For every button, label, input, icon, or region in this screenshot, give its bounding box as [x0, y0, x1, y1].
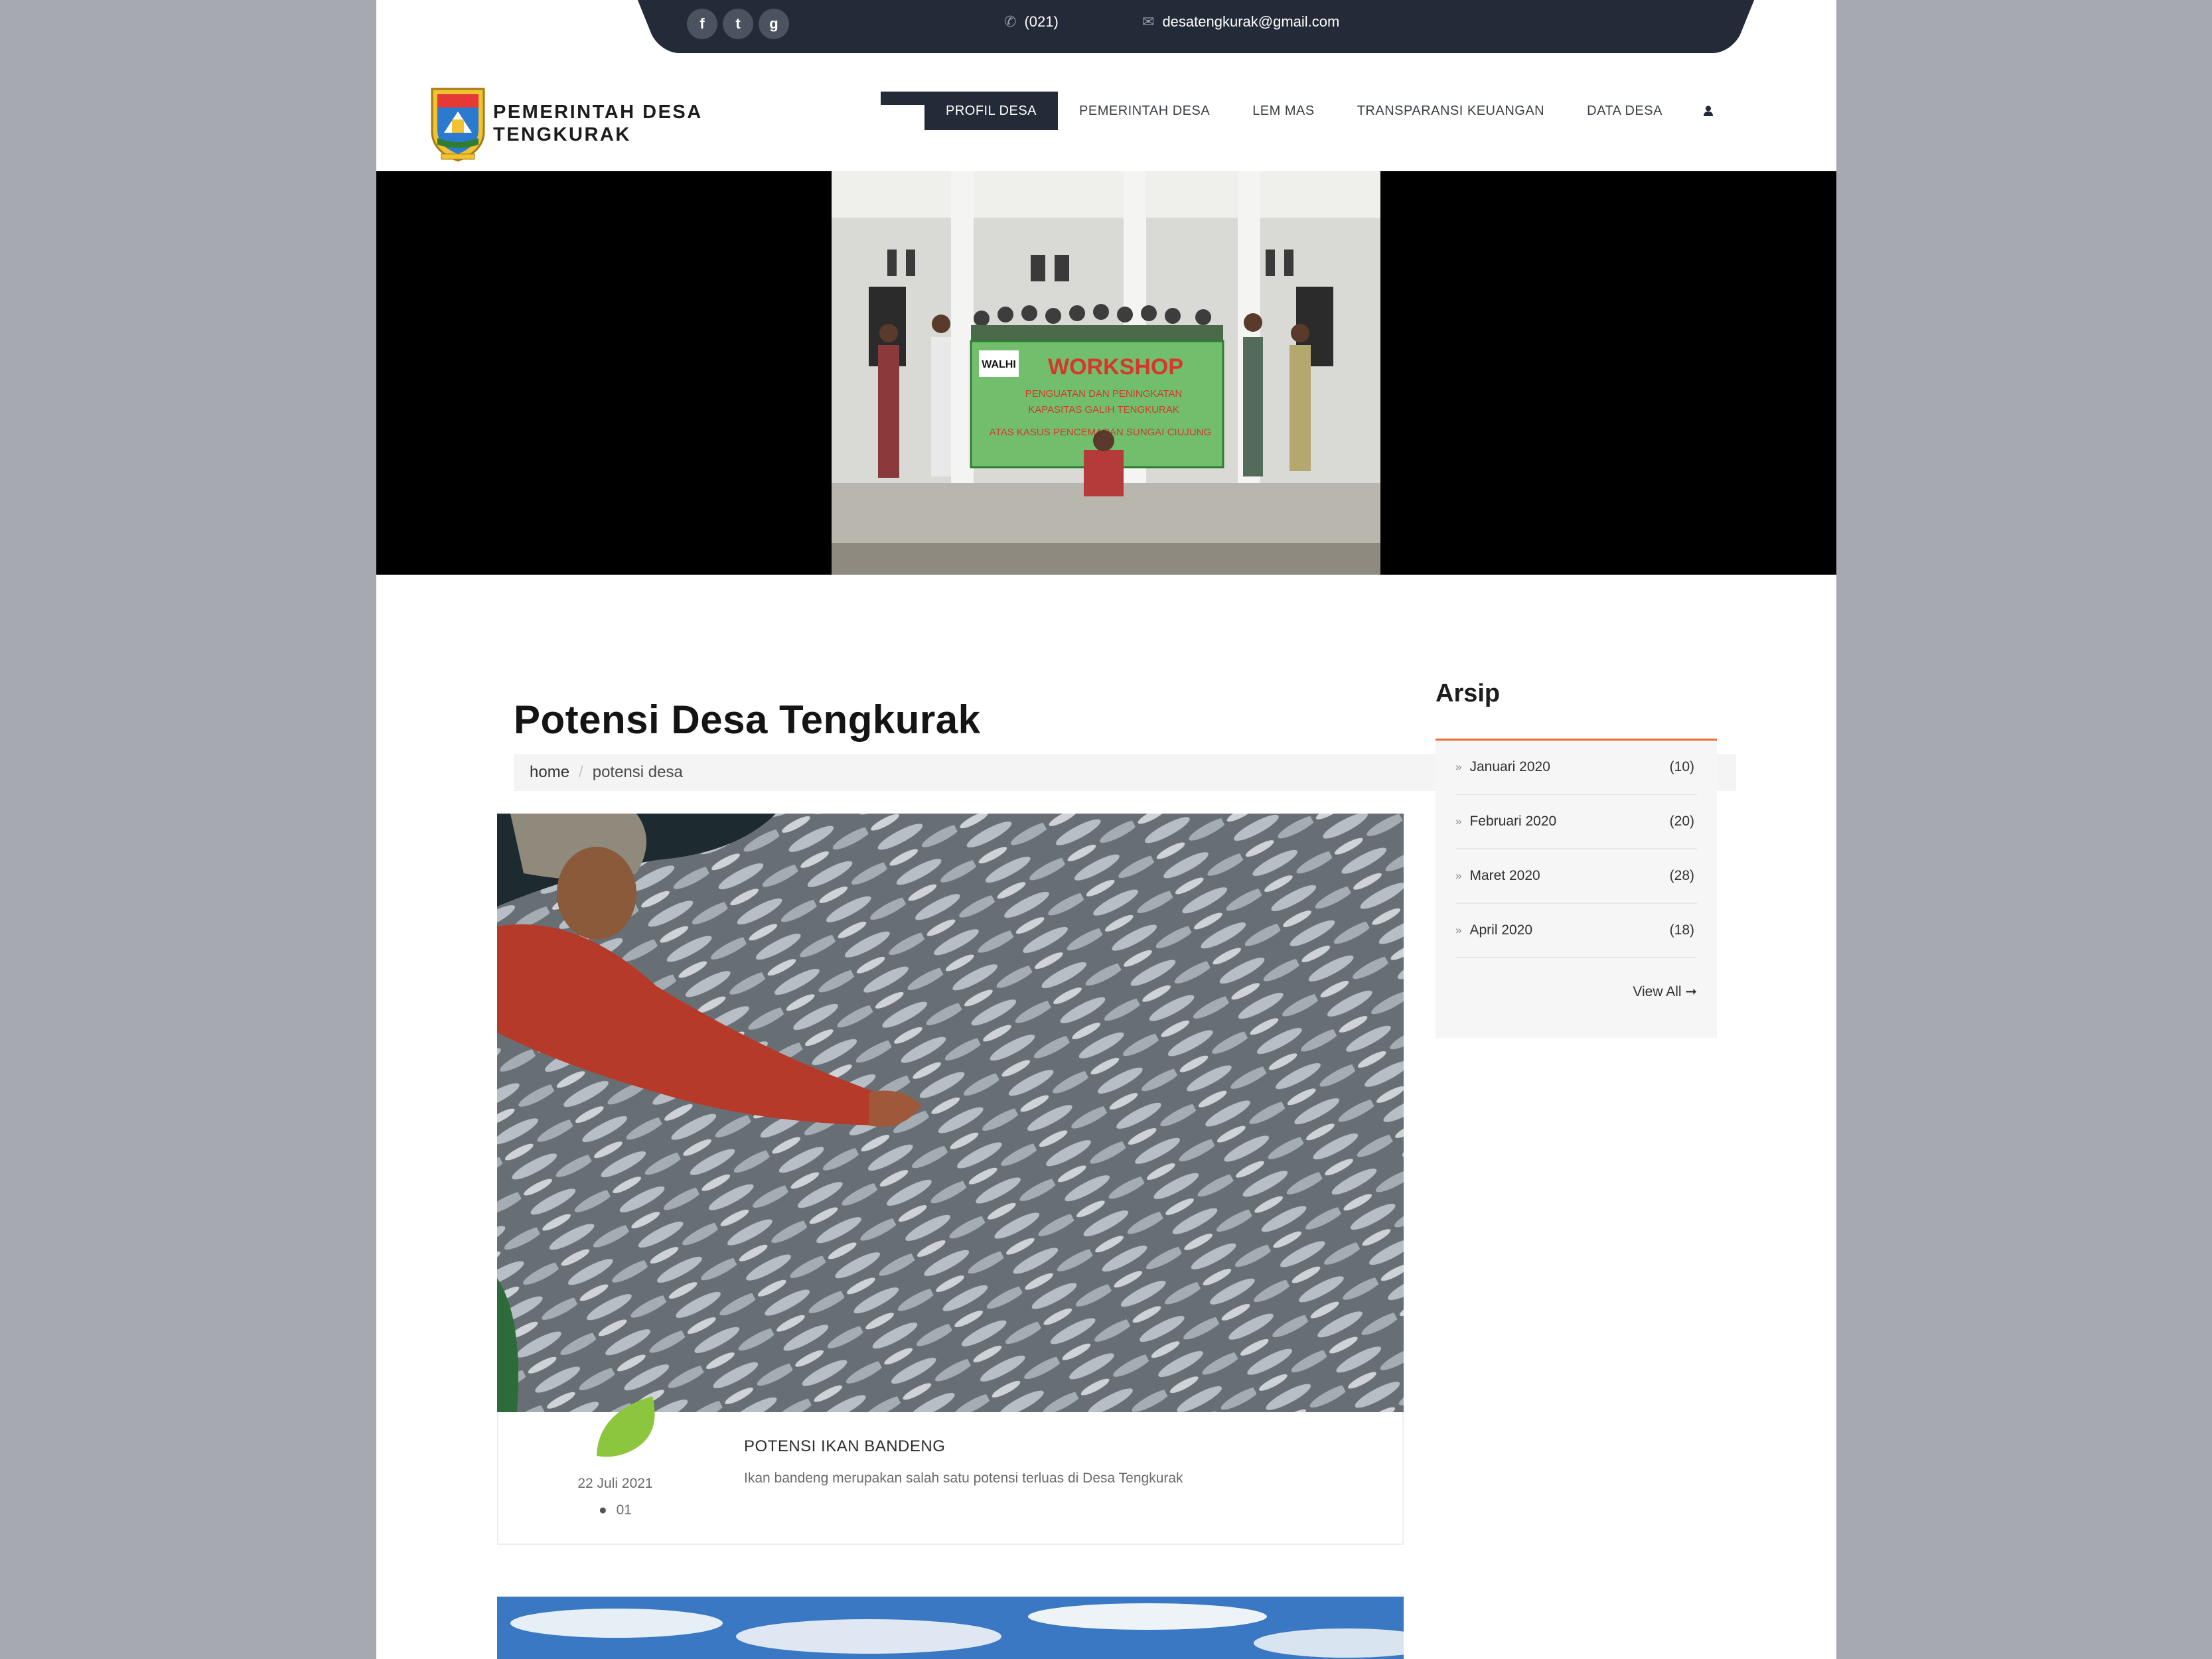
page: f t g ✆ (021) ✉ desatengkurak@gmail.com …	[376, 0, 1836, 1659]
phone-text: (021)	[1024, 13, 1059, 30]
archive-item-count: (20)	[1669, 814, 1694, 829]
mail-icon: ✉	[1142, 13, 1155, 30]
facebook-icon[interactable]: f	[687, 9, 717, 39]
nav-item-pemerintah-desa[interactable]: PEMERINTAH DESA	[1058, 92, 1231, 130]
main-nav: PROFIL DESA PEMERINTAH DESA LEM MAS TRAN…	[881, 92, 1713, 130]
chevron-right-icon: »	[1455, 760, 1462, 773]
archive-item[interactable]: » Februari 2020 (20)	[1455, 795, 1697, 849]
post-title[interactable]: POTENSI IKAN BANDENG	[744, 1437, 945, 1456]
phone-icon: ✆	[1004, 13, 1017, 30]
breadcrumb-home[interactable]: home	[530, 763, 569, 782]
page-title: Potensi Desa Tengkurak	[514, 697, 981, 742]
post-image-2[interactable]	[497, 1597, 1404, 1659]
nav-item-profil-desa[interactable]: PROFIL DESA	[924, 92, 1059, 130]
user-icon[interactable]	[1703, 106, 1713, 116]
brand-name[interactable]: PEMERINTAH DESA TENGKURAK	[493, 101, 703, 146]
brand-line-2: TENGKURAK	[493, 124, 631, 145]
archive-item-label: Februari 2020	[1469, 814, 1557, 829]
post-excerpt: Ikan bandeng merupakan salah satu potens…	[744, 1471, 1183, 1486]
breadcrumb-separator: /	[579, 763, 583, 781]
brand-line-1: PEMERINTAH DESA	[493, 102, 703, 123]
nav-item-data-desa[interactable]: DATA DESA	[1566, 92, 1684, 130]
banner-brand: WALHI	[982, 359, 1016, 370]
archive-list: » Januari 2020 (10) » Februari 2020 (20)…	[1436, 741, 1717, 1038]
nav-item-transparansi-keuangan[interactable]: TRANSPARANSI KEUANGAN	[1336, 92, 1566, 130]
top-bar: f t g ✆ (021) ✉ desatengkurak@gmail.com	[675, 0, 1717, 53]
nav-item-lem-mas[interactable]: LEM MAS	[1231, 92, 1336, 130]
chevron-right-icon: »	[1455, 815, 1462, 828]
banner-line-1: PENGUATAN DAN PENINGKATAN	[1025, 388, 1182, 399]
archive-item-count: (10)	[1669, 759, 1694, 774]
leaf-icon	[597, 1396, 655, 1457]
comment-icon: ●	[599, 1502, 607, 1518]
archive-item-count: (18)	[1669, 922, 1694, 938]
archive-item[interactable]: » Maret 2020 (28)	[1455, 849, 1697, 904]
archive-item[interactable]: » Januari 2020 (10)	[1455, 741, 1697, 795]
hero-photo: WALHI WORKSHOP PENGUATAN DAN PENINGKATAN…	[832, 171, 1380, 575]
archive-item-count: (28)	[1669, 868, 1694, 883]
view-all-link[interactable]: View All ➞	[1633, 983, 1697, 1000]
twitter-icon[interactable]: t	[723, 9, 753, 39]
email-contact[interactable]: ✉ desatengkurak@gmail.com	[1142, 13, 1339, 31]
archive-item[interactable]: » April 2020 (18)	[1455, 904, 1697, 958]
arrow-right-icon: ➞	[1685, 984, 1697, 999]
phone-contact: ✆ (021)	[1004, 13, 1059, 31]
banner-line-2: KAPASITAS GALIH TENGKURAK	[1028, 404, 1179, 415]
post-date: 22 Juli 2021	[577, 1476, 653, 1491]
hero-slider[interactable]: WALHI WORKSHOP PENGUATAN DAN PENINGKATAN…	[376, 171, 1836, 575]
chevron-right-icon: »	[1455, 869, 1462, 882]
village-logo[interactable]	[429, 85, 486, 162]
post-comments[interactable]: ● 01	[498, 1502, 732, 1518]
banner-title: WORKSHOP	[1048, 354, 1183, 380]
archive-item-label: Januari 2020	[1469, 759, 1550, 774]
archive-item-label: April 2020	[1469, 922, 1533, 938]
archive-item-label: Maret 2020	[1469, 868, 1540, 883]
google-plus-icon[interactable]: g	[759, 9, 789, 39]
breadcrumb-current: potensi desa	[592, 763, 683, 781]
social-links: f t g	[687, 9, 789, 39]
archive-title: Arsip	[1436, 680, 1501, 707]
view-all-label: View All	[1633, 984, 1682, 999]
post-card: 22 Juli 2021 ● 01 POTENSI IKAN BANDENG I…	[497, 1396, 1404, 1545]
post-image[interactable]	[497, 814, 1404, 1412]
comment-count: 01	[616, 1502, 632, 1518]
chevron-right-icon: »	[1455, 924, 1462, 936]
email-text[interactable]: desatengkurak@gmail.com	[1162, 13, 1339, 31]
